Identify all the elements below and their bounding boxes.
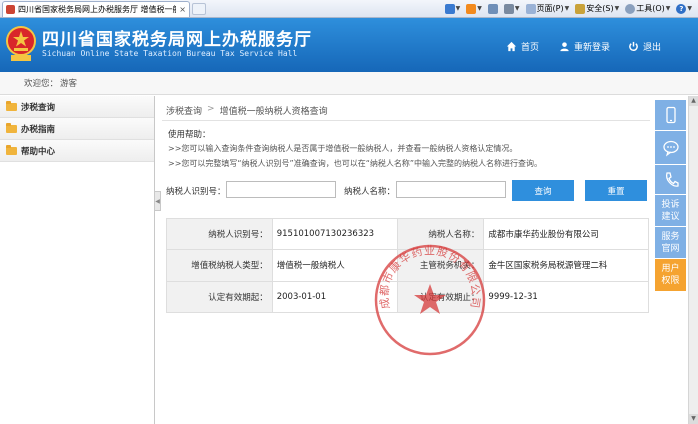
cell-label: 纳税人识别号： bbox=[166, 217, 273, 251]
mobile-app-button[interactable] bbox=[655, 100, 686, 131]
browser-command-bar: ▼ ▼ ▼ 页面(P) ▼ 安全(S) ▼ 工具(O) ▼ ? ▼ bbox=[443, 2, 694, 15]
reset-button[interactable]: 重置 bbox=[585, 180, 647, 201]
phone-icon bbox=[665, 106, 676, 124]
browser-tab[interactable]: 四川省国家税务局网上办税服务厅 增值税一般纳... × bbox=[2, 1, 190, 17]
cell-label: 主管税务机关： bbox=[396, 249, 485, 282]
online-chat-button[interactable] bbox=[655, 131, 686, 165]
page-icon bbox=[525, 3, 536, 14]
cell-value: 金牛区国家税务局税源管理二科 bbox=[483, 249, 649, 282]
national-emblem-icon bbox=[6, 26, 36, 61]
folder-icon bbox=[6, 122, 17, 133]
scroll-up-arrow-icon[interactable]: ▲ bbox=[689, 96, 698, 106]
mail-icon bbox=[487, 3, 498, 14]
breadcrumb: 涉税查询 > 增值税一般纳税人资格查询 bbox=[166, 104, 328, 117]
mail-button[interactable] bbox=[486, 3, 500, 15]
nav-home-label: 首页 bbox=[521, 43, 540, 53]
scroll-down-arrow-icon[interactable]: ▼ bbox=[689, 414, 698, 424]
site-subtitle: Sichuan Online State Taxation Bureau Tax… bbox=[42, 49, 298, 58]
sidebar-item-tax-query[interactable]: 涉税查询 bbox=[0, 96, 154, 118]
site-header: 四川省国家税务局网上办税服务厅 Sichuan Online State Tax… bbox=[0, 18, 698, 72]
home-icon bbox=[506, 41, 517, 52]
taxpayer-id-label: 纳税人识别号： bbox=[166, 187, 226, 197]
rss-icon bbox=[466, 3, 477, 14]
folder-icon bbox=[6, 100, 17, 111]
sidebar-collapse-handle[interactable]: ◀ bbox=[155, 191, 161, 211]
help-title: 使用帮助： bbox=[168, 130, 211, 140]
user-permission-button[interactable]: 用户权限 bbox=[655, 259, 686, 291]
help-line: >>您可以输入查询条件查询纳税人是否属于增值税一般纳税人，并查看一般纳税人资格认… bbox=[168, 144, 518, 153]
complaint-suggestion-button[interactable]: 投诉建议 bbox=[655, 195, 686, 227]
cell-value: 2003-01-01 bbox=[271, 280, 398, 314]
sidebar-item-label: 办税指南 bbox=[21, 124, 56, 135]
print-button[interactable]: ▼ bbox=[502, 3, 522, 15]
call-icon bbox=[665, 171, 679, 187]
result-table: 纳税人识别号： 915101007130236323 纳税人名称： 成都市康华药… bbox=[166, 217, 649, 314]
breadcrumb-current: 增值税一般纳税人资格查询 bbox=[219, 107, 328, 117]
help-icon: ? bbox=[676, 3, 687, 14]
help-button[interactable]: ? ▼ bbox=[674, 3, 694, 15]
vertical-scrollbar[interactable]: ▲ ▼ bbox=[688, 96, 698, 424]
service-website-button[interactable]: 服务官网 bbox=[655, 227, 686, 259]
user-icon bbox=[560, 42, 569, 52]
cell-value: 增值税一般纳税人 bbox=[271, 249, 398, 282]
taxpayer-name-input[interactable] bbox=[396, 181, 506, 198]
safety-menu[interactable]: 安全(S) ▼ bbox=[573, 2, 621, 15]
taxpayer-id-input[interactable] bbox=[226, 181, 336, 198]
browser-toolbar: 四川省国家税务局网上办税服务厅 增值税一般纳... × ▼ ▼ ▼ 页面(P)▼… bbox=[0, 0, 698, 18]
print-icon bbox=[503, 3, 514, 14]
home-button[interactable]: ▼ bbox=[443, 3, 463, 15]
home-icon bbox=[444, 3, 455, 14]
tools-menu[interactable]: 工具(O) ▼ bbox=[623, 2, 672, 15]
welcome-prefix: 欢迎您： bbox=[24, 79, 59, 89]
cell-value: 915101007130236323 bbox=[271, 217, 398, 251]
chat-icon bbox=[662, 140, 679, 157]
welcome-bar: 欢迎您： 游客 bbox=[0, 72, 698, 95]
welcome-user: 游客 bbox=[60, 79, 78, 89]
nav-relogin-link[interactable]: 重新登录 bbox=[559, 40, 610, 53]
nav-logout-label: 退出 bbox=[643, 43, 662, 53]
tab-close-icon[interactable]: × bbox=[176, 5, 189, 14]
cell-label: 增值税纳税人类型： bbox=[166, 249, 273, 282]
cell-value: 9999-12-31 bbox=[483, 280, 649, 314]
sidebar-item-label: 涉税查询 bbox=[21, 102, 56, 113]
page-menu[interactable]: 页面(P) ▼ bbox=[524, 2, 572, 15]
nav-home-link[interactable]: 首页 bbox=[506, 40, 539, 53]
help-line: >>您可以完整填写“纳税人识别号”准确查询，也可以在“纳税人名称”中输入完整的纳… bbox=[168, 159, 542, 168]
cell-label: 认定有效期止： bbox=[396, 280, 485, 314]
feeds-button[interactable]: ▼ bbox=[464, 3, 484, 15]
sidebar-item-label: 帮助中心 bbox=[21, 146, 56, 157]
table-row: 增值税纳税人类型： 增值税一般纳税人 主管税务机关： 金牛区国家税务局税源管理二… bbox=[166, 249, 649, 282]
nav-logout-link[interactable]: 退出 bbox=[628, 40, 661, 53]
table-row: 纳税人识别号： 915101007130236323 纳税人名称： 成都市康华药… bbox=[166, 217, 649, 251]
main-content: 涉税查询 > 增值税一般纳税人资格查询 使用帮助： >>您可以输入查询条件查询纳… bbox=[162, 96, 652, 424]
search-button[interactable]: 查询 bbox=[512, 180, 574, 201]
taxpayer-name-label: 纳税人名称： bbox=[344, 187, 396, 197]
breadcrumb-parent[interactable]: 涉税查询 bbox=[166, 104, 202, 117]
gear-icon bbox=[625, 3, 636, 14]
sidebar-item-help-center[interactable]: 帮助中心 bbox=[0, 140, 154, 162]
sidebar-item-guide[interactable]: 办税指南 bbox=[0, 118, 154, 140]
site-title: 四川省国家税务局网上办税服务厅 bbox=[42, 30, 312, 50]
cell-value: 成都市康华药业股份有限公司 bbox=[483, 217, 649, 251]
new-tab-button[interactable] bbox=[192, 3, 206, 15]
breadcrumb-separator: > bbox=[207, 104, 215, 114]
nav-relogin-label: 重新登录 bbox=[574, 43, 611, 53]
cell-label: 认定有效期起： bbox=[166, 280, 273, 314]
table-row: 认定有效期起： 2003-01-01 认定有效期止： 9999-12-31 bbox=[166, 280, 649, 314]
power-icon bbox=[629, 41, 638, 51]
favicon-icon bbox=[6, 5, 15, 14]
sidebar: 涉税查询 办税指南 帮助中心 bbox=[0, 96, 155, 424]
divider bbox=[162, 120, 650, 121]
browser-tab-title: 四川省国家税务局网上办税服务厅 增值税一般纳... bbox=[18, 5, 176, 14]
folder-icon bbox=[6, 144, 17, 155]
safety-icon bbox=[575, 3, 586, 14]
hotline-button[interactable] bbox=[655, 165, 686, 195]
cell-label: 纳税人名称： bbox=[396, 217, 485, 251]
